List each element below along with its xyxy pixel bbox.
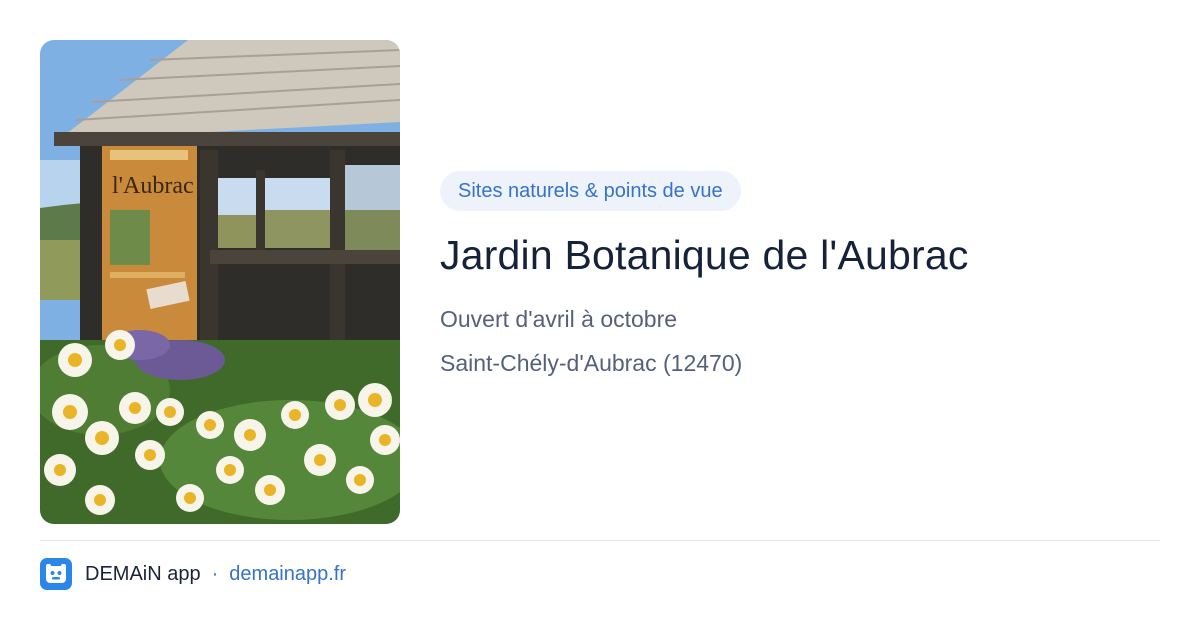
place-photo: l'Aubrac bbox=[40, 40, 400, 524]
app-name: DEMAiN app bbox=[85, 562, 201, 585]
place-title: Jardin Botanique de l'Aubrac bbox=[440, 232, 969, 278]
address: Saint-Chély-d'Aubrac (12470) bbox=[440, 350, 743, 376]
footer-divider bbox=[40, 540, 1160, 541]
opening-hours: Ouvert d'avril à octobre bbox=[440, 306, 678, 332]
separator: · bbox=[211, 562, 219, 585]
place-info: Sites naturels & points de vue Jardin Bo… bbox=[440, 171, 1160, 377]
footer: DEMAiN app · demainapp.fr bbox=[40, 558, 346, 590]
demain-app-icon bbox=[40, 558, 72, 590]
category-badge[interactable]: Sites naturels & points de vue bbox=[440, 171, 741, 211]
poster-text: l'Aubrac bbox=[112, 173, 194, 199]
site-link[interactable]: demainapp.fr bbox=[229, 563, 346, 586]
